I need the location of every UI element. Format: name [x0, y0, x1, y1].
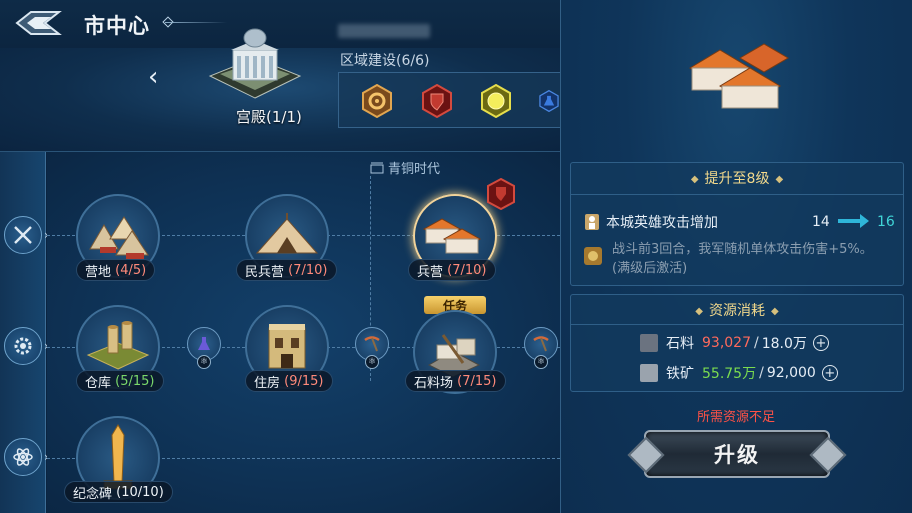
- atom-badge-icon: ⚛: [365, 355, 379, 369]
- building-preview: [670, 22, 810, 142]
- housing-label: 住房 (9/15): [245, 370, 333, 392]
- iron-icon: [640, 364, 658, 382]
- camp-label: 营地 (4/5): [76, 259, 156, 281]
- arrow-right-icon: [838, 213, 870, 233]
- flask-hex-icon: [539, 89, 559, 113]
- upgrade-title: ◆ 提升至8级 ◆: [690, 171, 784, 187]
- insufficient-warning: 所需资源不足: [696, 410, 775, 425]
- house-icon: [268, 324, 306, 369]
- military-category-button[interactable]: [4, 216, 42, 254]
- pickaxe-icon: [364, 336, 380, 352]
- monument-label: 纪念碑 (10/10): [64, 481, 173, 503]
- sword-icon: [14, 226, 32, 244]
- effect-from: 14: [812, 214, 830, 230]
- warehouse-icon: [86, 321, 150, 370]
- effect-description: 战斗前3回合，我军随机单体攻击伤害+5%。(满级后激活): [612, 242, 873, 276]
- shield-icon: [486, 177, 516, 214]
- orb-hex-icon: [481, 84, 511, 118]
- effect-name: 本城英雄攻击增加: [606, 215, 718, 231]
- atom-icon: [13, 448, 33, 466]
- resource-have: 55.75万: [702, 366, 757, 382]
- resource-name: 铁矿: [666, 366, 694, 382]
- card-separator: [570, 194, 904, 195]
- science-category-button[interactable]: [4, 438, 42, 476]
- pickaxe-icon: [533, 336, 549, 352]
- palace-icon: [208, 28, 302, 99]
- shield-building-button[interactable]: [420, 84, 454, 118]
- page-title: 市中心: [84, 14, 150, 38]
- hero-icon: [585, 214, 599, 230]
- resource-need: 92,000: [766, 365, 816, 381]
- resource-have: 93,027: [702, 335, 751, 351]
- gear-building-button[interactable]: [360, 84, 394, 118]
- tent-icon: [255, 213, 319, 254]
- gear-icon: [14, 337, 32, 355]
- atom-badge-icon: ⚛: [534, 355, 548, 369]
- effect-to: 16: [877, 214, 895, 230]
- tent-icon: [89, 216, 149, 259]
- chevron-left-icon[interactable]: ‹: [148, 62, 158, 92]
- palace-label: 宫殿(1/1): [236, 108, 302, 126]
- add-stone-button[interactable]: +: [812, 335, 829, 351]
- flask-icon: [198, 337, 210, 350]
- title-line: [165, 22, 227, 23]
- stone-icon: [640, 334, 658, 352]
- back-button[interactable]: [10, 6, 66, 40]
- resource-need: 18.0万: [761, 336, 807, 352]
- economy-category-button[interactable]: [4, 327, 42, 365]
- palace-building[interactable]: [205, 28, 305, 108]
- barracks-icon: [422, 218, 482, 254]
- atom-badge-icon: ⚛: [197, 355, 211, 369]
- shield-hex-icon: [422, 84, 452, 118]
- barracks-label: 兵营 (7/10): [408, 259, 496, 281]
- back-icon: [15, 11, 62, 35]
- obscured-text: [338, 24, 430, 38]
- era-icon: [370, 162, 384, 173]
- quarry-label: 石料场 (7/15): [405, 370, 506, 392]
- region-title: 区域建设(6/6): [340, 53, 430, 69]
- card-separator: [570, 324, 904, 325]
- resource-row-stone: 石料 93,027 / 18.0万 +: [640, 333, 829, 353]
- upgrade-button[interactable]: 升级: [644, 430, 830, 478]
- era-text: 青铜时代: [388, 162, 441, 177]
- effect-row: 本城英雄攻击增加: [584, 212, 718, 232]
- flask-building-button[interactable]: [538, 84, 560, 118]
- gear-hex-icon: [362, 84, 392, 118]
- add-iron-button[interactable]: +: [821, 365, 838, 381]
- orb-building-button[interactable]: [479, 84, 513, 118]
- warehouse-label: 仓库 (5/15): [76, 370, 164, 392]
- resource-row-iron: 铁矿 55.75万 / 92,000 +: [640, 363, 838, 383]
- resource-title: ◆ 资源消耗 ◆: [695, 303, 779, 319]
- effect-skill-icon: [583, 246, 603, 270]
- barracks-preview-icon: [689, 43, 789, 109]
- militia-camp-label: 民兵营 (7/10): [236, 259, 337, 281]
- resource-name: 石料: [666, 336, 694, 352]
- era-label: 青铜时代: [370, 158, 440, 177]
